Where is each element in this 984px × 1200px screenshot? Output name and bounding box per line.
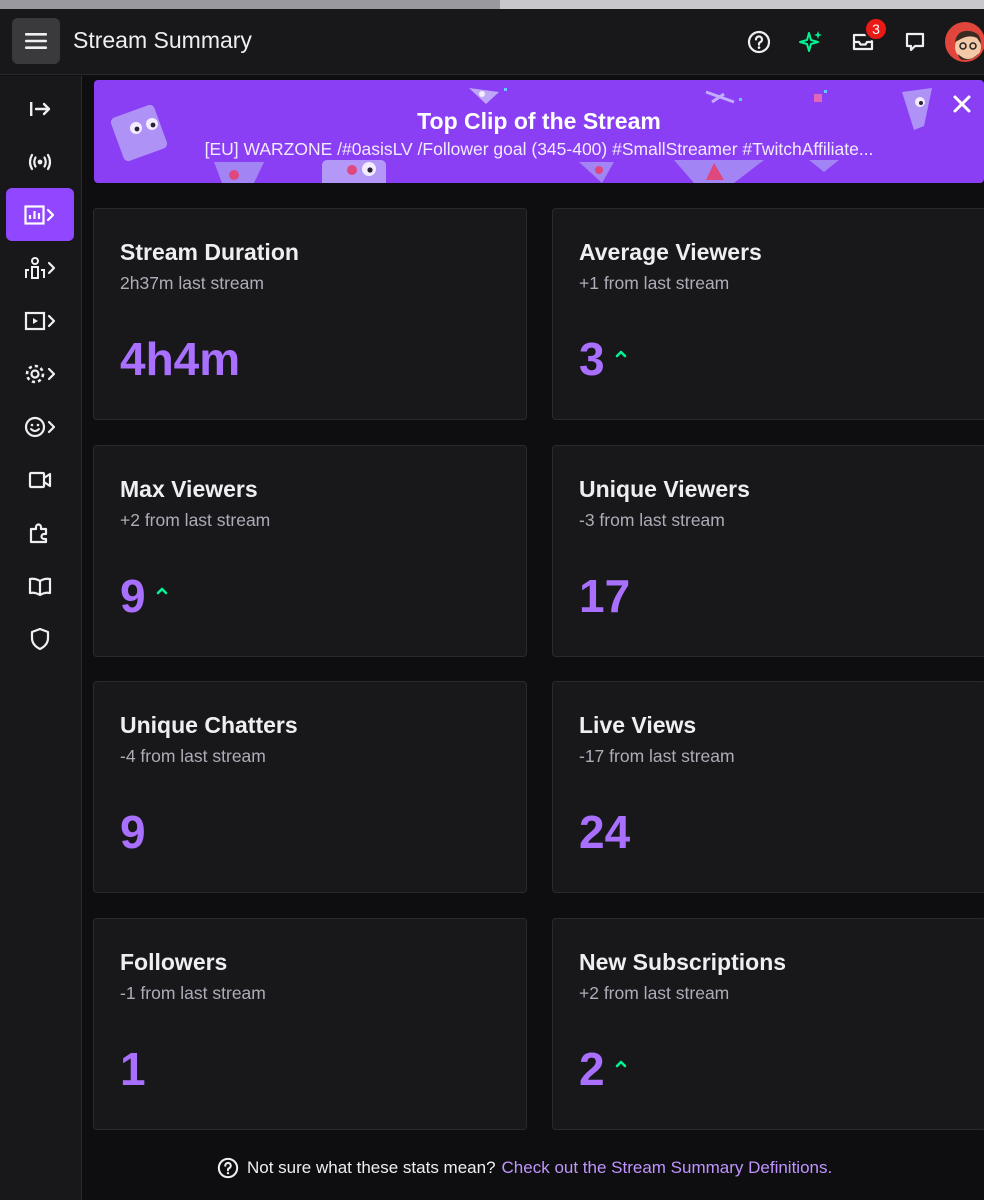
sidebar-item-creator-camp[interactable] <box>6 559 74 612</box>
sidebar <box>0 76 82 1200</box>
sparkle-icon <box>799 31 822 52</box>
trend-up-icon <box>615 350 627 358</box>
stat-comparison: -3 from last stream <box>579 510 725 530</box>
collapse-icon <box>30 101 51 116</box>
banner-clip-title[interactable]: [EU] WARZONE /#0asisLV /Follower goal (3… <box>94 139 984 160</box>
stat-title: Unique Chatters <box>120 712 298 738</box>
stat-title: New Subscriptions <box>579 949 787 975</box>
sidebar-item-safety[interactable] <box>6 612 74 665</box>
stat-value: 9 <box>120 570 146 622</box>
stat-title: Unique Viewers <box>579 476 750 502</box>
stat-comparison: -4 from last stream <box>120 746 266 766</box>
sidebar-item-video[interactable] <box>6 453 74 506</box>
stat-card-new-subscriptions: New Subscriptions +2 from last stream 2 <box>552 918 984 1130</box>
safety-icon <box>30 627 50 650</box>
whispers-button[interactable] <box>900 27 930 57</box>
sidebar-item-stream-manager[interactable] <box>6 135 74 188</box>
stat-card-followers: Followers -1 from last stream 1 <box>93 918 527 1130</box>
help-icon <box>747 30 771 54</box>
stat-comparison: +2 from last stream <box>579 983 730 1003</box>
top-clip-banner[interactable]: Top Clip of the Stream [EU] WARZONE /#0a… <box>94 80 984 183</box>
chat-bubble-icon <box>905 32 925 52</box>
banner-title: Top Clip of the Stream <box>417 108 661 134</box>
stat-title: Live Views <box>579 712 697 738</box>
community-icon <box>25 256 56 279</box>
help-icon <box>217 1157 239 1179</box>
avatar[interactable] <box>945 22 984 62</box>
sidebar-item-collapse[interactable] <box>6 82 74 135</box>
definitions-link[interactable]: Check out the Stream Summary Definitions… <box>502 1158 833 1178</box>
stat-card-unique-chatters: Unique Chatters -4 from last stream 9 <box>93 681 527 893</box>
definitions-footer: Not sure what these stats mean? Check ou… <box>217 1157 832 1179</box>
extensions-icon <box>29 522 48 543</box>
browser-scrollbar[interactable] <box>0 0 984 9</box>
stat-comparison: +1 from last stream <box>579 273 730 293</box>
stat-value: 2 <box>579 1043 605 1095</box>
sidebar-item-settings[interactable] <box>6 347 74 400</box>
stat-card-average-viewers: Average Viewers +1 from last stream 3 <box>552 208 984 420</box>
sidebar-item-extensions[interactable] <box>6 506 74 559</box>
stat-card-stream-duration: Stream Duration 2h37m last stream 4h4m <box>93 208 527 420</box>
avatar-face-icon <box>947 24 983 60</box>
scroll-thumb[interactable] <box>0 0 500 9</box>
hamburger-icon <box>25 33 47 49</box>
content-icon <box>24 311 56 330</box>
inbox-badge: 3 <box>864 17 888 41</box>
broadcast-icon <box>28 153 52 170</box>
trend-up-icon <box>615 1060 627 1068</box>
sidebar-item-insights[interactable] <box>6 188 74 241</box>
sidebar-item-community[interactable] <box>6 241 74 294</box>
menu-button[interactable] <box>12 18 60 64</box>
settings-icon <box>25 364 56 383</box>
close-icon <box>953 95 971 113</box>
stat-comparison: -17 from last stream <box>579 746 735 766</box>
top-bar: Stream Summary 3 <box>0 9 984 75</box>
footer-text: Not sure what these stats mean? <box>247 1158 496 1177</box>
stat-title: Average Viewers <box>579 239 762 265</box>
guide-icon <box>28 577 52 596</box>
stat-comparison: 2h37m last stream <box>120 273 264 293</box>
stat-title: Stream Duration <box>120 239 299 265</box>
banner-close-button[interactable] <box>948 90 976 118</box>
stat-comparison: -1 from last stream <box>120 983 266 1003</box>
stat-value: 17 <box>579 570 631 622</box>
stat-title: Followers <box>120 949 228 975</box>
help-button[interactable] <box>744 27 774 57</box>
analytics-icon <box>24 204 55 225</box>
sparkle-button[interactable] <box>796 27 826 57</box>
sidebar-item-content[interactable] <box>6 294 74 347</box>
stat-title: Max Viewers <box>120 476 258 502</box>
stat-card-unique-viewers: Unique Viewers -3 from last stream 17 <box>552 445 984 657</box>
stat-value: 3 <box>579 333 605 385</box>
stat-value: 4h4m <box>120 333 241 385</box>
page-title: Stream Summary <box>73 27 252 53</box>
sidebar-item-viewer-rewards[interactable] <box>6 400 74 453</box>
stat-value: 9 <box>120 806 146 858</box>
trend-up-icon <box>156 587 168 595</box>
video-icon <box>28 471 52 488</box>
stat-comparison: +2 from last stream <box>120 510 271 530</box>
stat-card-live-views: Live Views -17 from last stream 24 <box>552 681 984 893</box>
emote-icon <box>24 416 56 437</box>
stat-card-max-viewers: Max Viewers +2 from last stream 9 <box>93 445 527 657</box>
stat-value: 1 <box>120 1043 146 1095</box>
stat-value: 24 <box>579 806 631 858</box>
